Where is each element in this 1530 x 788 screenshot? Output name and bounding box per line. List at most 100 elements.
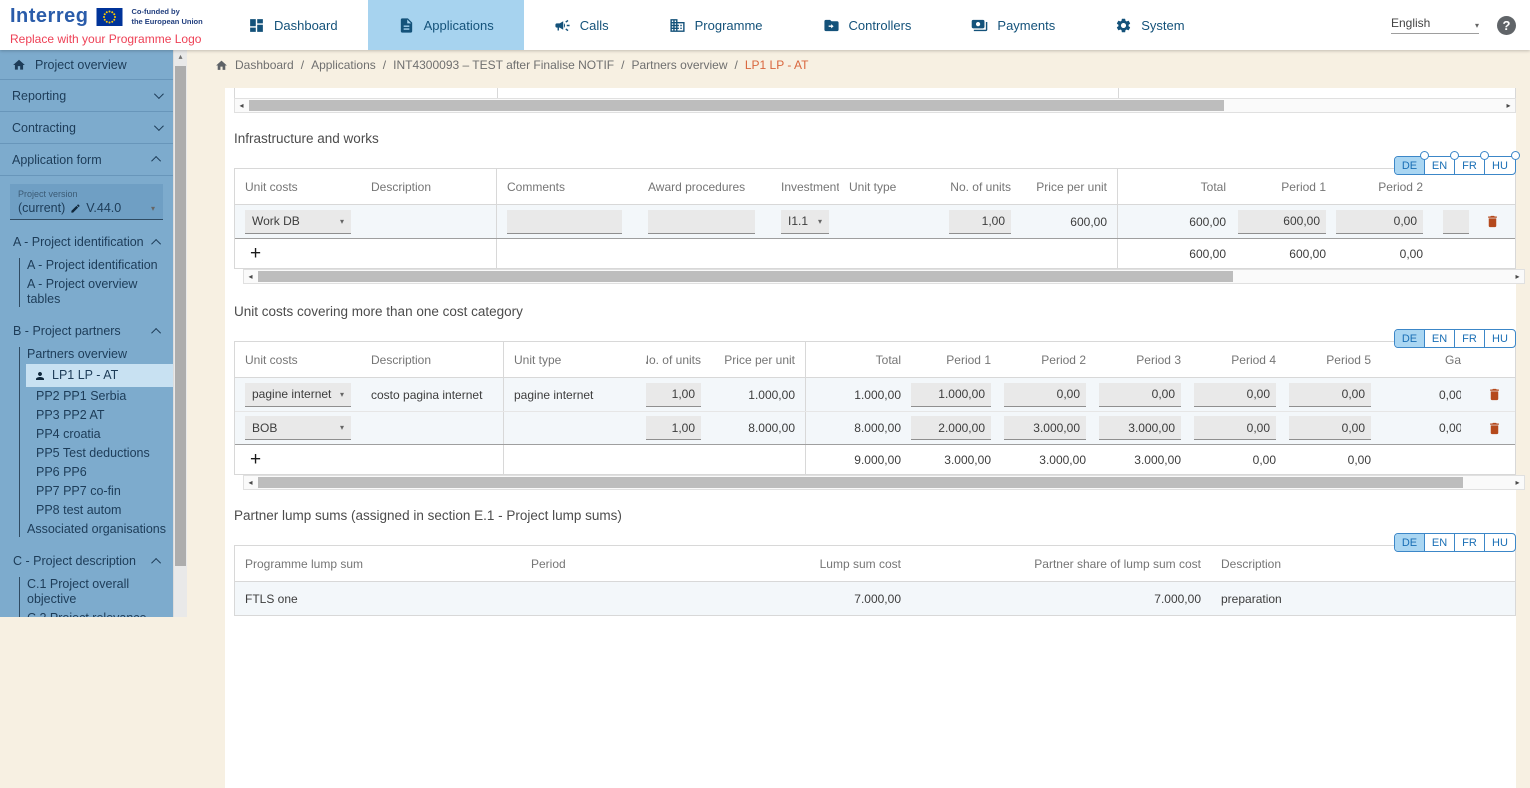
period-1-input[interactable] xyxy=(911,416,991,440)
nav-programme[interactable]: Programme xyxy=(639,0,793,50)
units-input[interactable] xyxy=(646,416,701,440)
tab-en[interactable]: EN xyxy=(1425,330,1455,347)
sidebar-item-pp2[interactable]: PP2 PP1 Serbia xyxy=(0,387,173,406)
nav-calls[interactable]: Calls xyxy=(524,0,639,50)
tab-fr[interactable]: FR xyxy=(1455,534,1485,551)
unit-cost-select[interactable]: BOB▾ xyxy=(245,416,351,440)
price-per-unit-cell: 1.000,00 xyxy=(711,378,806,411)
sidebar-item-c2[interactable]: C.2 Project relevance and context xyxy=(0,609,173,617)
units-input[interactable] xyxy=(646,383,701,407)
table-row: Work DB▾ I1.1▾ 600,00 600,00 xyxy=(235,205,1515,238)
tab-de[interactable]: DE xyxy=(1395,157,1425,174)
scroll-right-arrow-icon[interactable]: ▸ xyxy=(1511,476,1524,489)
sidebar-scrollbar[interactable]: ▴ xyxy=(173,50,187,617)
language-select[interactable]: English ▾ xyxy=(1391,16,1479,34)
lump-sum-share-cell: 7.000,00 xyxy=(911,582,1211,615)
breadcrumb-partners-overview[interactable]: Partners overview xyxy=(631,58,727,72)
project-version-select[interactable]: Project version (current) V.44.0 ▾ xyxy=(10,184,163,220)
sidebar-item-project-overview[interactable]: Project overview xyxy=(0,50,173,80)
sidebar-item-partners-overview[interactable]: Partners overview xyxy=(0,345,173,364)
breadcrumb-current-partner[interactable]: LP1 LP - AT xyxy=(745,58,809,72)
period-4-input[interactable] xyxy=(1194,416,1276,440)
controllers-icon xyxy=(823,17,840,34)
sidebar-section-reporting[interactable]: Reporting xyxy=(0,80,173,112)
investment-select[interactable]: I1.1▾ xyxy=(781,210,829,234)
sidebar-scrollbar-thumb[interactable] xyxy=(175,66,186,566)
sidebar-item-lp1[interactable]: LP1 LP - AT xyxy=(26,364,173,387)
nav-dashboard[interactable]: Dashboard xyxy=(218,0,368,50)
nav-applications[interactable]: Applications xyxy=(368,0,524,50)
period-4-input[interactable] xyxy=(1194,383,1276,407)
scroll-right-arrow-icon[interactable]: ▸ xyxy=(1502,99,1515,112)
period-3-input[interactable] xyxy=(1099,416,1181,440)
tab-de[interactable]: DE xyxy=(1395,534,1425,551)
scrollbar-thumb[interactable] xyxy=(258,477,1463,488)
period-2-input[interactable] xyxy=(1004,383,1086,407)
period-1-input[interactable] xyxy=(911,383,991,407)
award-procedures-input[interactable] xyxy=(648,210,755,234)
breadcrumb-dashboard[interactable]: Dashboard xyxy=(235,58,294,72)
sidebar-group-a[interactable]: A - Project identification xyxy=(0,230,173,254)
scrollbar-thumb[interactable] xyxy=(249,100,1224,111)
tab-hu[interactable]: HU xyxy=(1485,534,1515,551)
scroll-right-arrow-icon[interactable]: ▸ xyxy=(1511,270,1524,283)
period-2-input[interactable] xyxy=(1004,416,1086,440)
chevron-down-icon: ▾ xyxy=(340,217,344,226)
sidebar-item-pp3[interactable]: PP3 PP2 AT xyxy=(0,406,173,425)
tab-fr[interactable]: FR xyxy=(1455,330,1485,347)
horizontal-scrollbar-top[interactable]: ◂ ▸ xyxy=(234,98,1516,113)
tab-en[interactable]: EN xyxy=(1425,534,1455,551)
add-row-button[interactable]: + xyxy=(245,449,261,471)
calls-icon xyxy=(554,17,571,34)
scroll-left-arrow-icon[interactable]: ◂ xyxy=(244,476,257,489)
period-5-input[interactable] xyxy=(1289,383,1371,407)
sidebar-group-c[interactable]: C - Project description xyxy=(0,549,173,573)
nav-payments[interactable]: Payments xyxy=(941,0,1085,50)
sidebar-item-pp7[interactable]: PP7 PP7 co-fin xyxy=(0,482,173,501)
section-title-lump-sums: Partner lump sums (assigned in section E… xyxy=(234,508,1516,523)
unit-cost-select[interactable]: Work DB▾ xyxy=(245,210,351,234)
help-button[interactable]: ? xyxy=(1497,16,1516,35)
comments-input[interactable] xyxy=(507,210,622,234)
period-2-input[interactable] xyxy=(1336,210,1423,234)
sidebar-item-pp5[interactable]: PP5 Test deductions xyxy=(0,444,173,463)
sidebar-item-pp8[interactable]: PP8 test autom xyxy=(0,501,173,520)
sidebar-item-pp6[interactable]: PP6 PP6 xyxy=(0,463,173,482)
nav-system[interactable]: System xyxy=(1085,0,1214,50)
scroll-left-arrow-icon[interactable]: ◂ xyxy=(244,270,257,283)
description-cell xyxy=(361,205,497,238)
tab-fr[interactable]: FR xyxy=(1455,157,1485,174)
sidebar-item-project-identification[interactable]: A - Project identification xyxy=(0,256,173,275)
horizontal-scrollbar-multi[interactable]: ◂ ▸ xyxy=(243,475,1525,490)
sidebar-section-application-form[interactable]: Application form xyxy=(0,144,173,176)
sidebar-item-c1[interactable]: C.1 Project overall objective xyxy=(0,575,173,609)
sidebar-group-b[interactable]: B - Project partners xyxy=(0,319,173,343)
nav-controllers[interactable]: Controllers xyxy=(793,0,942,50)
tab-hu[interactable]: HU xyxy=(1485,330,1515,347)
delete-row-button[interactable] xyxy=(1485,213,1500,230)
scrollbar-thumb[interactable] xyxy=(258,271,1233,282)
breadcrumb-applications[interactable]: Applications xyxy=(311,58,376,72)
sidebar-item-project-overview-tables[interactable]: A - Project overview tables xyxy=(0,275,173,309)
period-3-input-clipped[interactable] xyxy=(1443,210,1469,234)
horizontal-scrollbar-infrastructure[interactable]: ◂ ▸ xyxy=(243,269,1525,284)
sidebar-item-pp4[interactable]: PP4 croatia xyxy=(0,425,173,444)
tab-hu[interactable]: HU xyxy=(1485,157,1515,174)
add-row-button[interactable]: + xyxy=(245,243,261,265)
table-row: BOB▾ 8.000,00 8.000,00 0,00 xyxy=(235,411,1515,444)
column-header: Unit costs xyxy=(235,169,361,204)
scroll-left-arrow-icon[interactable]: ◂ xyxy=(235,99,248,112)
sidebar-item-associated-organisations[interactable]: Associated organisations xyxy=(0,520,173,539)
breadcrumb-project[interactable]: INT4300093 – TEST after Finalise NOTIF xyxy=(393,58,614,72)
period-3-input[interactable] xyxy=(1099,383,1181,407)
delete-row-button[interactable] xyxy=(1487,420,1502,437)
period-5-input[interactable] xyxy=(1289,416,1371,440)
delete-row-button[interactable] xyxy=(1487,386,1502,403)
sidebar-section-contracting[interactable]: Contracting xyxy=(0,112,173,144)
units-input[interactable] xyxy=(949,210,1011,234)
tab-en[interactable]: EN xyxy=(1425,157,1455,174)
scroll-up-arrow-icon[interactable]: ▴ xyxy=(174,50,187,64)
tab-de[interactable]: DE xyxy=(1395,330,1425,347)
unit-cost-select[interactable]: pagine internet▾ xyxy=(245,383,351,407)
period-1-input[interactable] xyxy=(1238,210,1326,234)
